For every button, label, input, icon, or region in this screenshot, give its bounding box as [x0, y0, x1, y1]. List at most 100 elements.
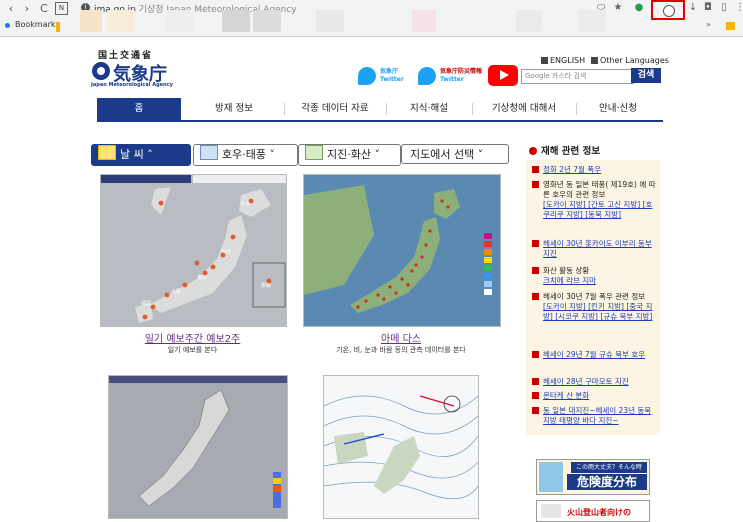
- tab-quake-volcano-label: 지진·화산 ˅: [327, 148, 380, 161]
- list-item-text: 화산 활동 상황: [543, 266, 590, 275]
- nav-separator: [576, 103, 577, 115]
- weather-distribution-map[interactable]: [108, 375, 288, 519]
- home-icon[interactable]: N: [55, 2, 68, 15]
- red-bullet-icon: [532, 407, 539, 414]
- list-item-link[interactable]: 헤세이 30년 홋카이도 이부리 동부 지진: [543, 239, 658, 259]
- list-item[interactable]: 헤세이 28년 구마모토 지진: [532, 377, 658, 387]
- volcano-banner[interactable]: 火山登山者向けの: [536, 500, 650, 522]
- forecast-link[interactable]: 일기 예보주간 예보2주: [100, 330, 285, 345]
- alert-dot-icon: [529, 147, 537, 155]
- nav-separator: [472, 103, 473, 115]
- blurred-bookmark: [165, 10, 193, 32]
- red-bullet-icon: [532, 378, 539, 385]
- more-bookmarks-icon[interactable]: »: [706, 20, 711, 29]
- square-bullet-icon: [591, 57, 598, 64]
- star-icon[interactable]: ★: [611, 1, 625, 15]
- amedas-map-graphic: [304, 175, 500, 326]
- list-item-sublinks[interactable]: [도카이 지방] [간토 고신 지방] [호쿠리쿠 지방] [동북 지방]: [543, 200, 658, 220]
- list-item[interactable]: 헤세이 29년 7월 규슈 북부 호우: [532, 350, 658, 360]
- menu-icon[interactable]: ⋮: [733, 1, 743, 15]
- other-languages-label: Other Languages: [600, 56, 669, 65]
- tab-map-select[interactable]: 지도에서 선택 ˅: [401, 144, 509, 164]
- kikendo-line1: この雨大丈夫？そんな時: [571, 462, 647, 473]
- twitter1-line2: Twitter: [380, 76, 404, 83]
- forecast-map[interactable]: 札幌 仙台 東京 大阪 福岡 那覇: [100, 174, 287, 327]
- typhoon-icon: [200, 145, 218, 160]
- list-item-sublinks[interactable]: [도카이 지방] [킨키 지방] [중국 지방] [시코쿠 지방] [규슈 북부…: [543, 302, 658, 322]
- amedas-map[interactable]: [303, 174, 501, 327]
- distribution-map-graphic: [109, 376, 287, 518]
- search-button[interactable]: 검색: [631, 68, 661, 83]
- twitter-bird-icon: [418, 67, 436, 85]
- kikendo-line2: 危険度分布: [567, 474, 647, 490]
- list-item-link[interactable]: 헤세이 28년 구마모토 지진: [543, 377, 658, 387]
- twitter2-line1: 気象庁防災情報: [440, 68, 483, 75]
- volcano-icon: [305, 145, 323, 160]
- download-icon[interactable]: ↓: [686, 1, 700, 15]
- kikendo-banner[interactable]: この雨大丈夫？そんな時 危険度分布: [536, 459, 650, 495]
- amedas-link[interactable]: 아메 다스: [303, 330, 499, 345]
- tab-weather[interactable]: 날 씨 ˄: [91, 144, 191, 166]
- sun-cloud-icon: [98, 145, 116, 160]
- list-item-link[interactable]: 정화 2년 7월 폭우: [543, 165, 658, 175]
- forecast-desc: 일기 예보를 본다: [167, 346, 218, 354]
- list-item[interactable]: 온타케 산 분화: [532, 391, 658, 401]
- red-bullet-icon: [532, 181, 539, 188]
- camera-icon[interactable]: ◘: [701, 1, 715, 15]
- bookmark-folder-icon[interactable]: [56, 22, 60, 32]
- disaster-title: 재해 관련 정보: [529, 143, 600, 157]
- nav-about[interactable]: 기상청에 대해서: [474, 98, 574, 120]
- nav-guide[interactable]: 안내·신청: [578, 98, 658, 120]
- list-item[interactable]: 동 일본 대지진~헤세이 23년 동북 지방 태평양 바다 지진~: [532, 406, 658, 426]
- tab-map-select-label: 지도에서 선택 ˅: [410, 148, 484, 161]
- red-bullet-icon: [532, 351, 539, 358]
- list-item-link[interactable]: 동 일본 대지진~헤세이 23년 동북 지방 태평양 바다 지진~: [543, 406, 658, 426]
- nav-knowledge[interactable]: 지식·해설: [388, 98, 470, 120]
- blurred-bookmark: [516, 10, 542, 32]
- blurred-bookmark: [80, 10, 102, 32]
- nav-home[interactable]: 홈: [97, 98, 181, 120]
- blurred-bookmark: [222, 10, 250, 32]
- back-icon[interactable]: ‹: [4, 2, 18, 16]
- red-bullet-icon: [532, 392, 539, 399]
- other-bookmarks-folder-icon[interactable]: [726, 22, 735, 30]
- notes-icon[interactable]: ▯: [717, 1, 731, 15]
- english-link[interactable]: ENGLISH: [541, 56, 585, 65]
- korea-flag-icon: [663, 5, 675, 17]
- other-languages-link[interactable]: Other Languages: [591, 56, 669, 65]
- extension-green-icon[interactable]: ●: [632, 1, 646, 15]
- red-bullet-icon: [532, 267, 539, 274]
- jma-logo-icon[interactable]: [92, 62, 110, 80]
- red-bullet-icon: [532, 293, 539, 300]
- list-item-link[interactable]: 온타케 산 분화: [543, 391, 658, 401]
- forward-icon[interactable]: ›: [20, 2, 34, 16]
- red-bullet-icon: [532, 166, 539, 173]
- twitter-jma-link[interactable]: 気象庁 Twitter: [358, 67, 406, 85]
- list-item-link[interactable]: 헤세이 29년 7월 규슈 북부 호우: [543, 350, 658, 360]
- tab-quake-volcano[interactable]: 지진·화산 ˅: [298, 144, 401, 166]
- nav-data[interactable]: 각종 데이터 자료: [286, 98, 384, 120]
- tab-rain-typhoon-label: 호우·태풍 ˅: [222, 148, 275, 161]
- reload-icon[interactable]: C: [37, 2, 51, 16]
- list-item[interactable]: 헤세이 30년 홋카이도 이부리 동부 지진: [532, 239, 658, 259]
- list-item-sublinks[interactable]: 크치에 라브 지마: [543, 276, 658, 286]
- twitter-bird-icon: [358, 67, 376, 85]
- bookmarks-label[interactable]: Bookmarks: [15, 20, 60, 29]
- twitter1-line1: 気象庁: [380, 68, 399, 75]
- blurred-bookmark: [253, 10, 281, 32]
- highlighted-extension-box[interactable]: [651, 0, 685, 20]
- list-item: 영화년 동 일본 태풍( 제19호) 에 따른 호우의 관련 정보 [도카이 지방…: [532, 180, 658, 220]
- twitter-disaster-link[interactable]: 気象庁防災情報 Twitter: [418, 67, 484, 85]
- forecast-map-graphic: 札幌仙台東京 大阪福岡那覇: [101, 175, 286, 326]
- twitter2-line2: Twitter: [440, 76, 464, 83]
- search-input[interactable]: Google 카스타 검색: [521, 69, 634, 84]
- weather-chart-map[interactable]: [323, 375, 479, 519]
- bookmark-dot-icon: [5, 23, 10, 28]
- list-item[interactable]: 정화 2년 7월 폭우: [532, 165, 658, 175]
- square-bullet-icon: [541, 57, 548, 64]
- youtube-play-icon[interactable]: [488, 65, 518, 86]
- tab-rain-typhoon[interactable]: 호우·태풍 ˅: [193, 144, 298, 166]
- english-label: ENGLISH: [550, 56, 586, 65]
- svg-text:大阪: 大阪: [171, 288, 181, 295]
- nav-disaster-info[interactable]: 방재 정보: [188, 98, 280, 120]
